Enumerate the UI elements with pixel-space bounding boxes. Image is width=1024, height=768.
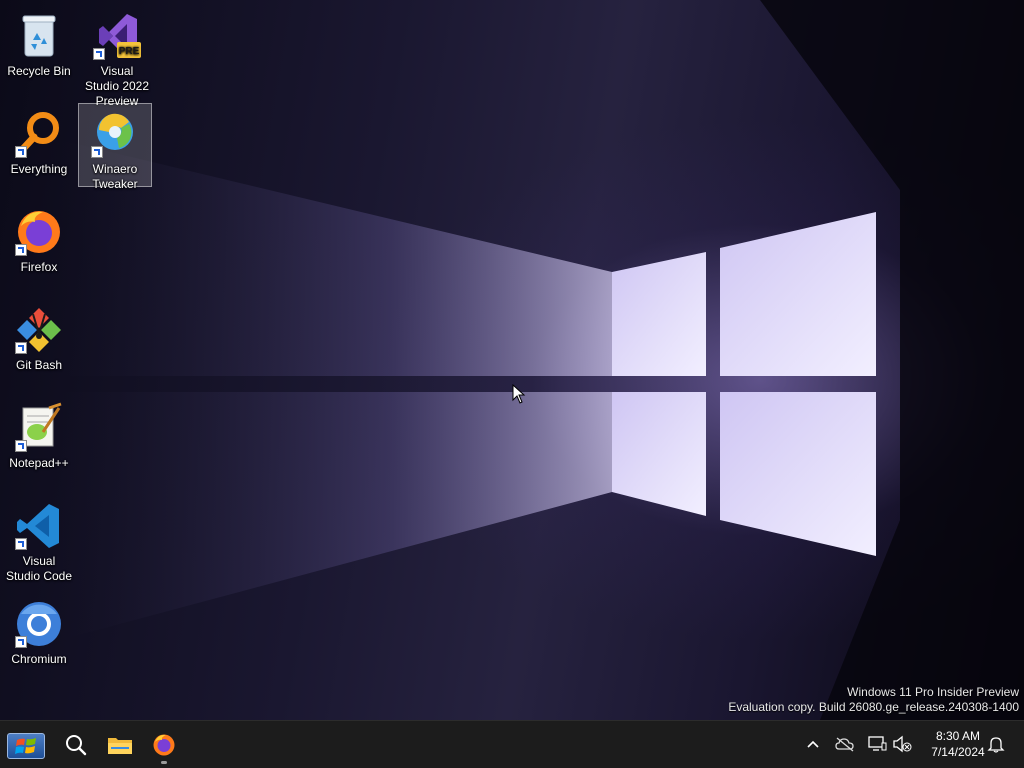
desktop-icon-everything[interactable]: Everything [3,104,75,177]
shortcut-arrow-icon [15,636,27,648]
git-bash-icon [13,304,65,356]
desktop-icon-label: Git Bash [15,358,63,372]
windows-start-icon [15,738,36,754]
vscode-icon [13,500,65,552]
recycle-bin-icon [13,10,65,62]
network-tray-button[interactable] [866,733,888,755]
desktop-icon-git-bash[interactable]: Git Bash [3,300,75,373]
chromium-icon [13,598,65,650]
taskbar: 8:30 AM 7/14/2024 [0,720,1024,768]
shortcut-arrow-icon [15,440,27,452]
desktop-icon-recycle-bin[interactable]: Recycle Bin [3,6,75,79]
show-hidden-icons-button[interactable] [802,733,824,755]
evaluation-watermark: Windows 11 Pro Insider Preview Evaluatio… [728,685,1019,715]
desktop-icon-label: Recycle Bin [7,64,71,78]
network-icon [868,736,887,751]
shortcut-arrow-icon [15,342,27,354]
chevron-up-icon [807,740,819,748]
notifications-button[interactable] [985,733,1007,755]
mouse-pointer-icon [512,384,526,404]
preview-badge: PRE [119,46,140,57]
shortcut-arrow-icon [15,146,27,158]
firefox-taskbar-button[interactable] [144,725,184,765]
desktop[interactable]: Recycle Bin PRE Visual Studio 2022 Previ… [0,0,1024,720]
notifications-bell-icon [987,737,1005,753]
everything-magnifier-icon [13,108,65,160]
desktop-icon-label: Visual Studio Code [5,554,73,583]
desktop-icon-notepad-plus-plus[interactable]: Notepad++ [3,398,75,471]
onedrive-tray-button[interactable] [834,733,856,755]
shortcut-arrow-icon [15,538,27,550]
desktop-icon-label: Firefox [20,260,58,274]
visual-studio-preview-icon: PRE [91,10,143,62]
desktop-icon-label: Everything [10,162,68,176]
firefox-icon [153,734,175,756]
desktop-icon-visual-studio-2022-preview[interactable]: PRE Visual Studio 2022 Preview [81,6,153,109]
desktop-icon-visual-studio-code[interactable]: Visual Studio Code [3,496,75,584]
desktop-icon-firefox[interactable]: Firefox [3,202,75,275]
search-icon [66,735,87,756]
watermark-edition: Windows 11 Pro Insider Preview [847,685,1019,699]
volume-tray-button[interactable] [891,733,913,755]
search-button[interactable] [56,725,96,765]
running-indicator [161,761,167,764]
desktop-icon-chromium[interactable]: Chromium [3,594,75,667]
desktop-icon-winaero-tweaker[interactable]: Winaero Tweaker [78,103,152,191]
onedrive-offline-icon [835,737,854,752]
start-button[interactable] [7,733,45,759]
desktop-icon-label: Chromium [11,652,67,666]
wallpaper [60,0,1024,720]
firefox-icon [13,206,65,258]
desktop-icon-label: Winaero Tweaker [92,162,138,191]
watermark-build: Evaluation copy. Build 26080.ge_release.… [728,700,1019,714]
file-explorer-icon [108,738,132,754]
winaero-tweaker-icon [89,108,141,160]
file-explorer-button[interactable] [100,725,140,765]
volume-muted-icon [893,735,912,753]
shortcut-arrow-icon [93,48,105,60]
notepad-plus-plus-icon [13,402,65,454]
desktop-icon-label: Notepad++ [9,456,69,470]
shortcut-arrow-icon [15,244,27,256]
shortcut-arrow-icon [91,146,103,158]
